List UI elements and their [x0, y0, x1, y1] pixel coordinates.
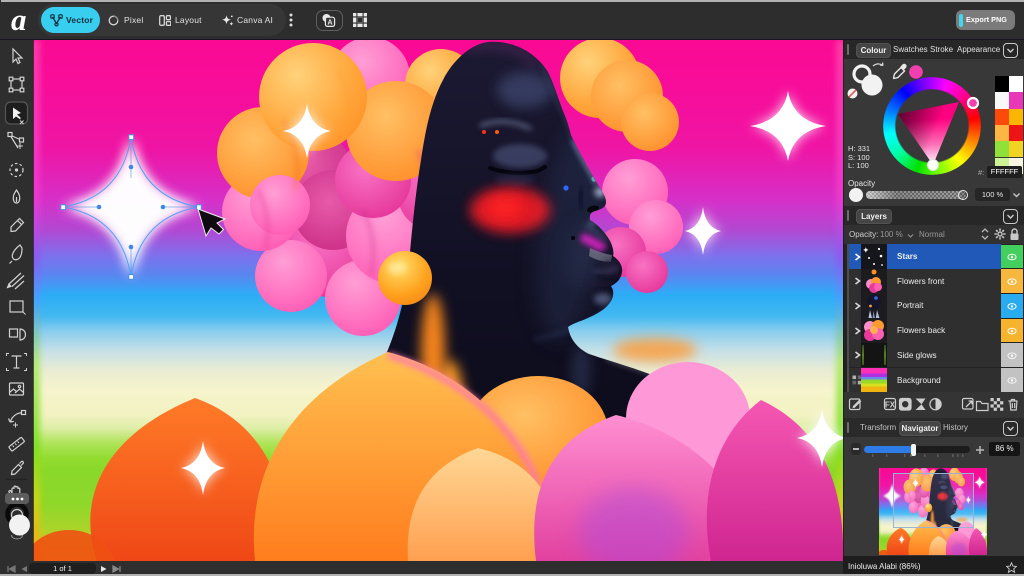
svg-text:A: A	[327, 19, 332, 26]
svg-text:FX: FX	[885, 400, 896, 409]
